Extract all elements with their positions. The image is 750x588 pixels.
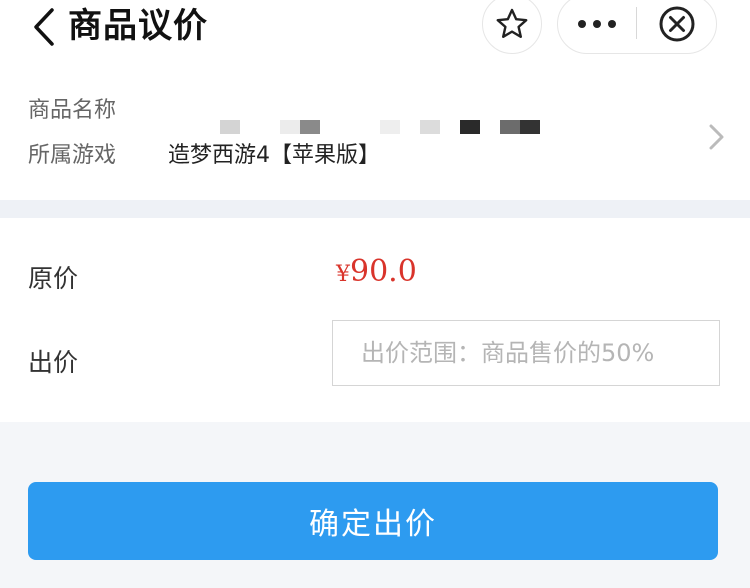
bid-label: 出价 bbox=[28, 348, 79, 377]
favorite-button[interactable] bbox=[482, 0, 542, 54]
chevron-left-icon bbox=[34, 8, 54, 46]
page-title: 商品议价 bbox=[68, 6, 208, 46]
more-dots-icon bbox=[578, 20, 616, 28]
currency-symbol: ¥ bbox=[336, 262, 350, 287]
back-button[interactable] bbox=[28, 6, 64, 48]
original-price-amount: 90.0 bbox=[350, 254, 417, 289]
more-button[interactable] bbox=[558, 0, 636, 53]
circle-x-icon bbox=[659, 6, 695, 42]
star-outline-icon bbox=[496, 8, 528, 38]
menu-capsule bbox=[557, 0, 717, 54]
original-price-label: 原价 bbox=[28, 264, 79, 293]
header-bar: 商品议价 bbox=[0, 0, 750, 62]
confirm-bid-button[interactable]: 确定出价 bbox=[28, 482, 718, 560]
price-section: 原价 ¥90.0 出价 bbox=[0, 218, 750, 422]
chevron-right-icon bbox=[709, 124, 724, 150]
close-button[interactable] bbox=[638, 0, 716, 53]
product-name-label: 商品名称 bbox=[28, 98, 117, 123]
capsule-divider bbox=[636, 7, 637, 39]
game-label: 所属游戏 bbox=[28, 143, 117, 168]
original-price-value: ¥90.0 bbox=[336, 252, 417, 296]
section-divider bbox=[0, 200, 750, 218]
product-info-row[interactable]: 商品名称 所属游戏 造梦西游4【苹果版】 bbox=[0, 62, 750, 200]
game-value: 造梦西游4【苹果版】 bbox=[168, 143, 380, 168]
bid-input[interactable] bbox=[332, 320, 720, 386]
